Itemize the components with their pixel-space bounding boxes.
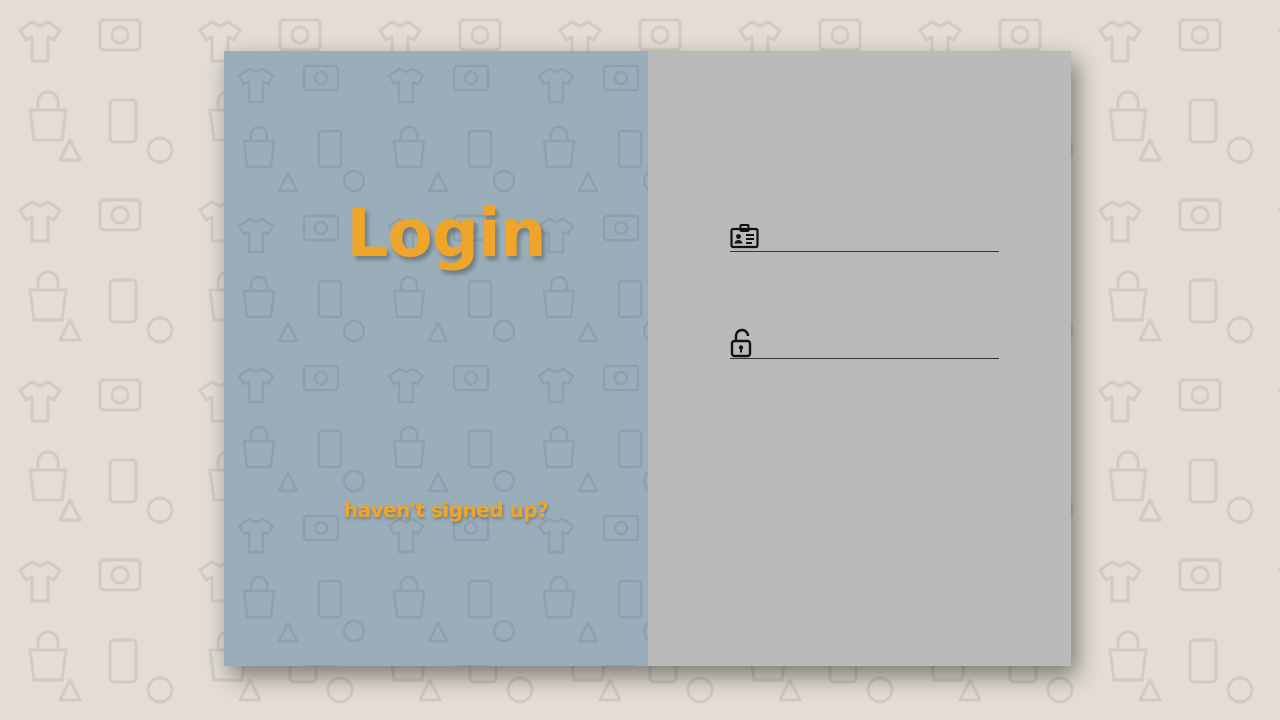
username-field	[730, 221, 999, 252]
login-title: Login	[346, 195, 546, 272]
unlock-icon	[730, 328, 760, 358]
password-input[interactable]	[760, 329, 999, 357]
login-banner-panel: Login haven't signed up?	[224, 51, 648, 666]
shopping-icons-pattern	[224, 51, 648, 666]
signup-link[interactable]: haven't signed up?	[224, 498, 648, 522]
login-card: Login haven't signed up?	[224, 51, 1071, 666]
username-input[interactable]	[760, 222, 999, 250]
login-form-panel	[648, 51, 1071, 666]
password-field	[730, 328, 999, 359]
id-card-icon	[730, 221, 760, 251]
